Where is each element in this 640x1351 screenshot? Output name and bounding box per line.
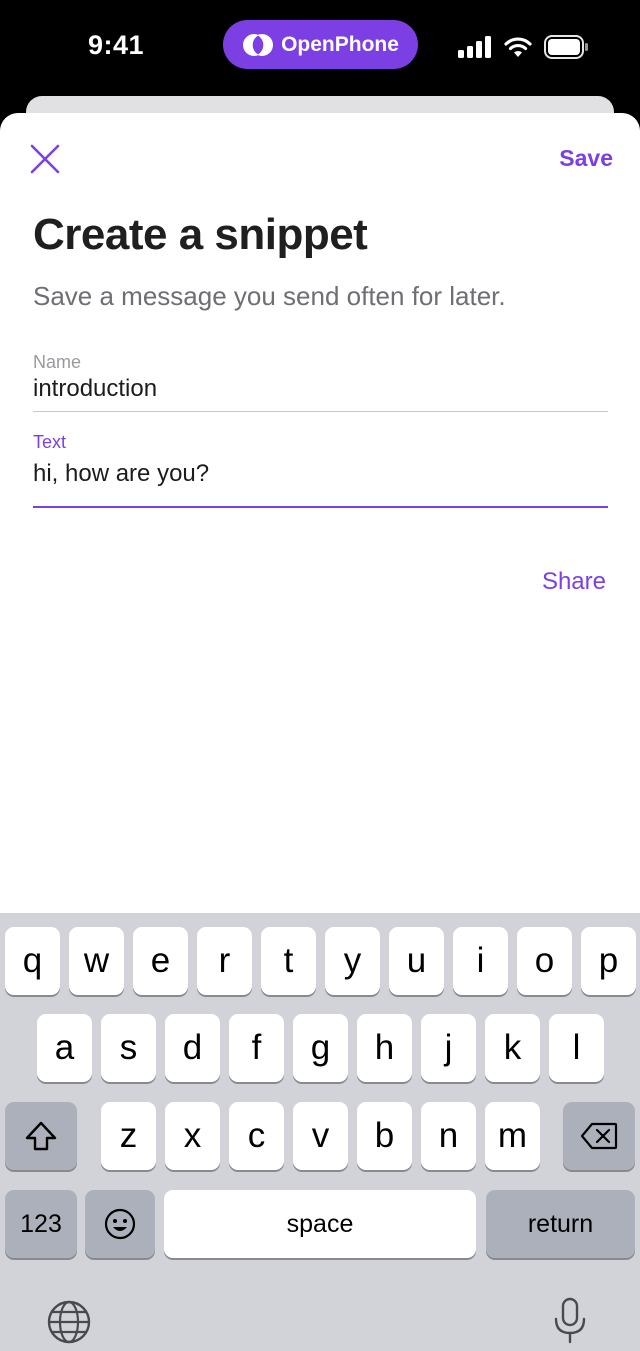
key-d[interactable]: d <box>165 1014 220 1082</box>
globe-icon[interactable] <box>46 1299 92 1345</box>
key-c[interactable]: c <box>229 1102 284 1170</box>
emoji-icon <box>104 1208 136 1240</box>
key-z[interactable]: z <box>101 1102 156 1170</box>
return-key[interactable]: return <box>486 1190 635 1258</box>
delete-icon <box>580 1122 618 1150</box>
close-icon[interactable] <box>28 142 62 176</box>
numbers-key[interactable]: 123 <box>5 1190 77 1258</box>
text-field-label: Text <box>33 432 67 452</box>
signal-icon <box>458 36 491 58</box>
text-field[interactable]: hi, how are you? <box>33 460 209 488</box>
key-q[interactable]: q <box>5 927 60 995</box>
name-field-label: Name <box>33 352 82 372</box>
emoji-key[interactable] <box>85 1190 155 1258</box>
key-p[interactable]: p <box>581 927 636 995</box>
name-field-underline <box>33 411 608 412</box>
shift-icon <box>25 1121 57 1151</box>
save-button[interactable]: Save <box>559 145 613 172</box>
key-n[interactable]: n <box>421 1102 476 1170</box>
microphone-icon[interactable] <box>552 1297 588 1345</box>
key-w[interactable]: w <box>69 927 124 995</box>
key-r[interactable]: r <box>197 927 252 995</box>
key-a[interactable]: a <box>37 1014 92 1082</box>
battery-icon <box>544 35 588 59</box>
name-field[interactable]: introduction <box>33 375 157 403</box>
key-f[interactable]: f <box>229 1014 284 1082</box>
space-key[interactable]: space <box>164 1190 476 1258</box>
key-i[interactable]: i <box>453 927 508 995</box>
keyboard: q w e r t y u i o p a s d f g h j k l z … <box>0 913 640 1351</box>
key-g[interactable]: g <box>293 1014 348 1082</box>
screen: 9:41 OpenPhone Save Create a snippet Sav… <box>0 0 640 1351</box>
key-j[interactable]: j <box>421 1014 476 1082</box>
key-x[interactable]: x <box>165 1102 220 1170</box>
openphone-logo-icon <box>243 33 274 56</box>
delete-key[interactable] <box>563 1102 635 1170</box>
key-t[interactable]: t <box>261 927 316 995</box>
text-field-underline <box>33 506 608 508</box>
key-k[interactable]: k <box>485 1014 540 1082</box>
key-u[interactable]: u <box>389 927 444 995</box>
dynamic-island[interactable]: OpenPhone <box>223 20 418 69</box>
key-s[interactable]: s <box>101 1014 156 1082</box>
page-subtitle: Save a message you send often for later. <box>33 281 506 311</box>
key-m[interactable]: m <box>485 1102 540 1170</box>
key-e[interactable]: e <box>133 927 188 995</box>
key-b[interactable]: b <box>357 1102 412 1170</box>
key-v[interactable]: v <box>293 1102 348 1170</box>
key-y[interactable]: y <box>325 927 380 995</box>
wifi-icon <box>504 37 532 57</box>
dynamic-island-label: OpenPhone <box>281 32 399 56</box>
status-time: 9:41 <box>88 30 145 60</box>
page-title: Create a snippet <box>33 210 368 259</box>
key-h[interactable]: h <box>357 1014 412 1082</box>
share-button[interactable]: Share <box>542 568 606 596</box>
key-o[interactable]: o <box>517 927 572 995</box>
status-icons <box>458 35 590 59</box>
shift-key[interactable] <box>5 1102 77 1170</box>
key-l[interactable]: l <box>549 1014 604 1082</box>
